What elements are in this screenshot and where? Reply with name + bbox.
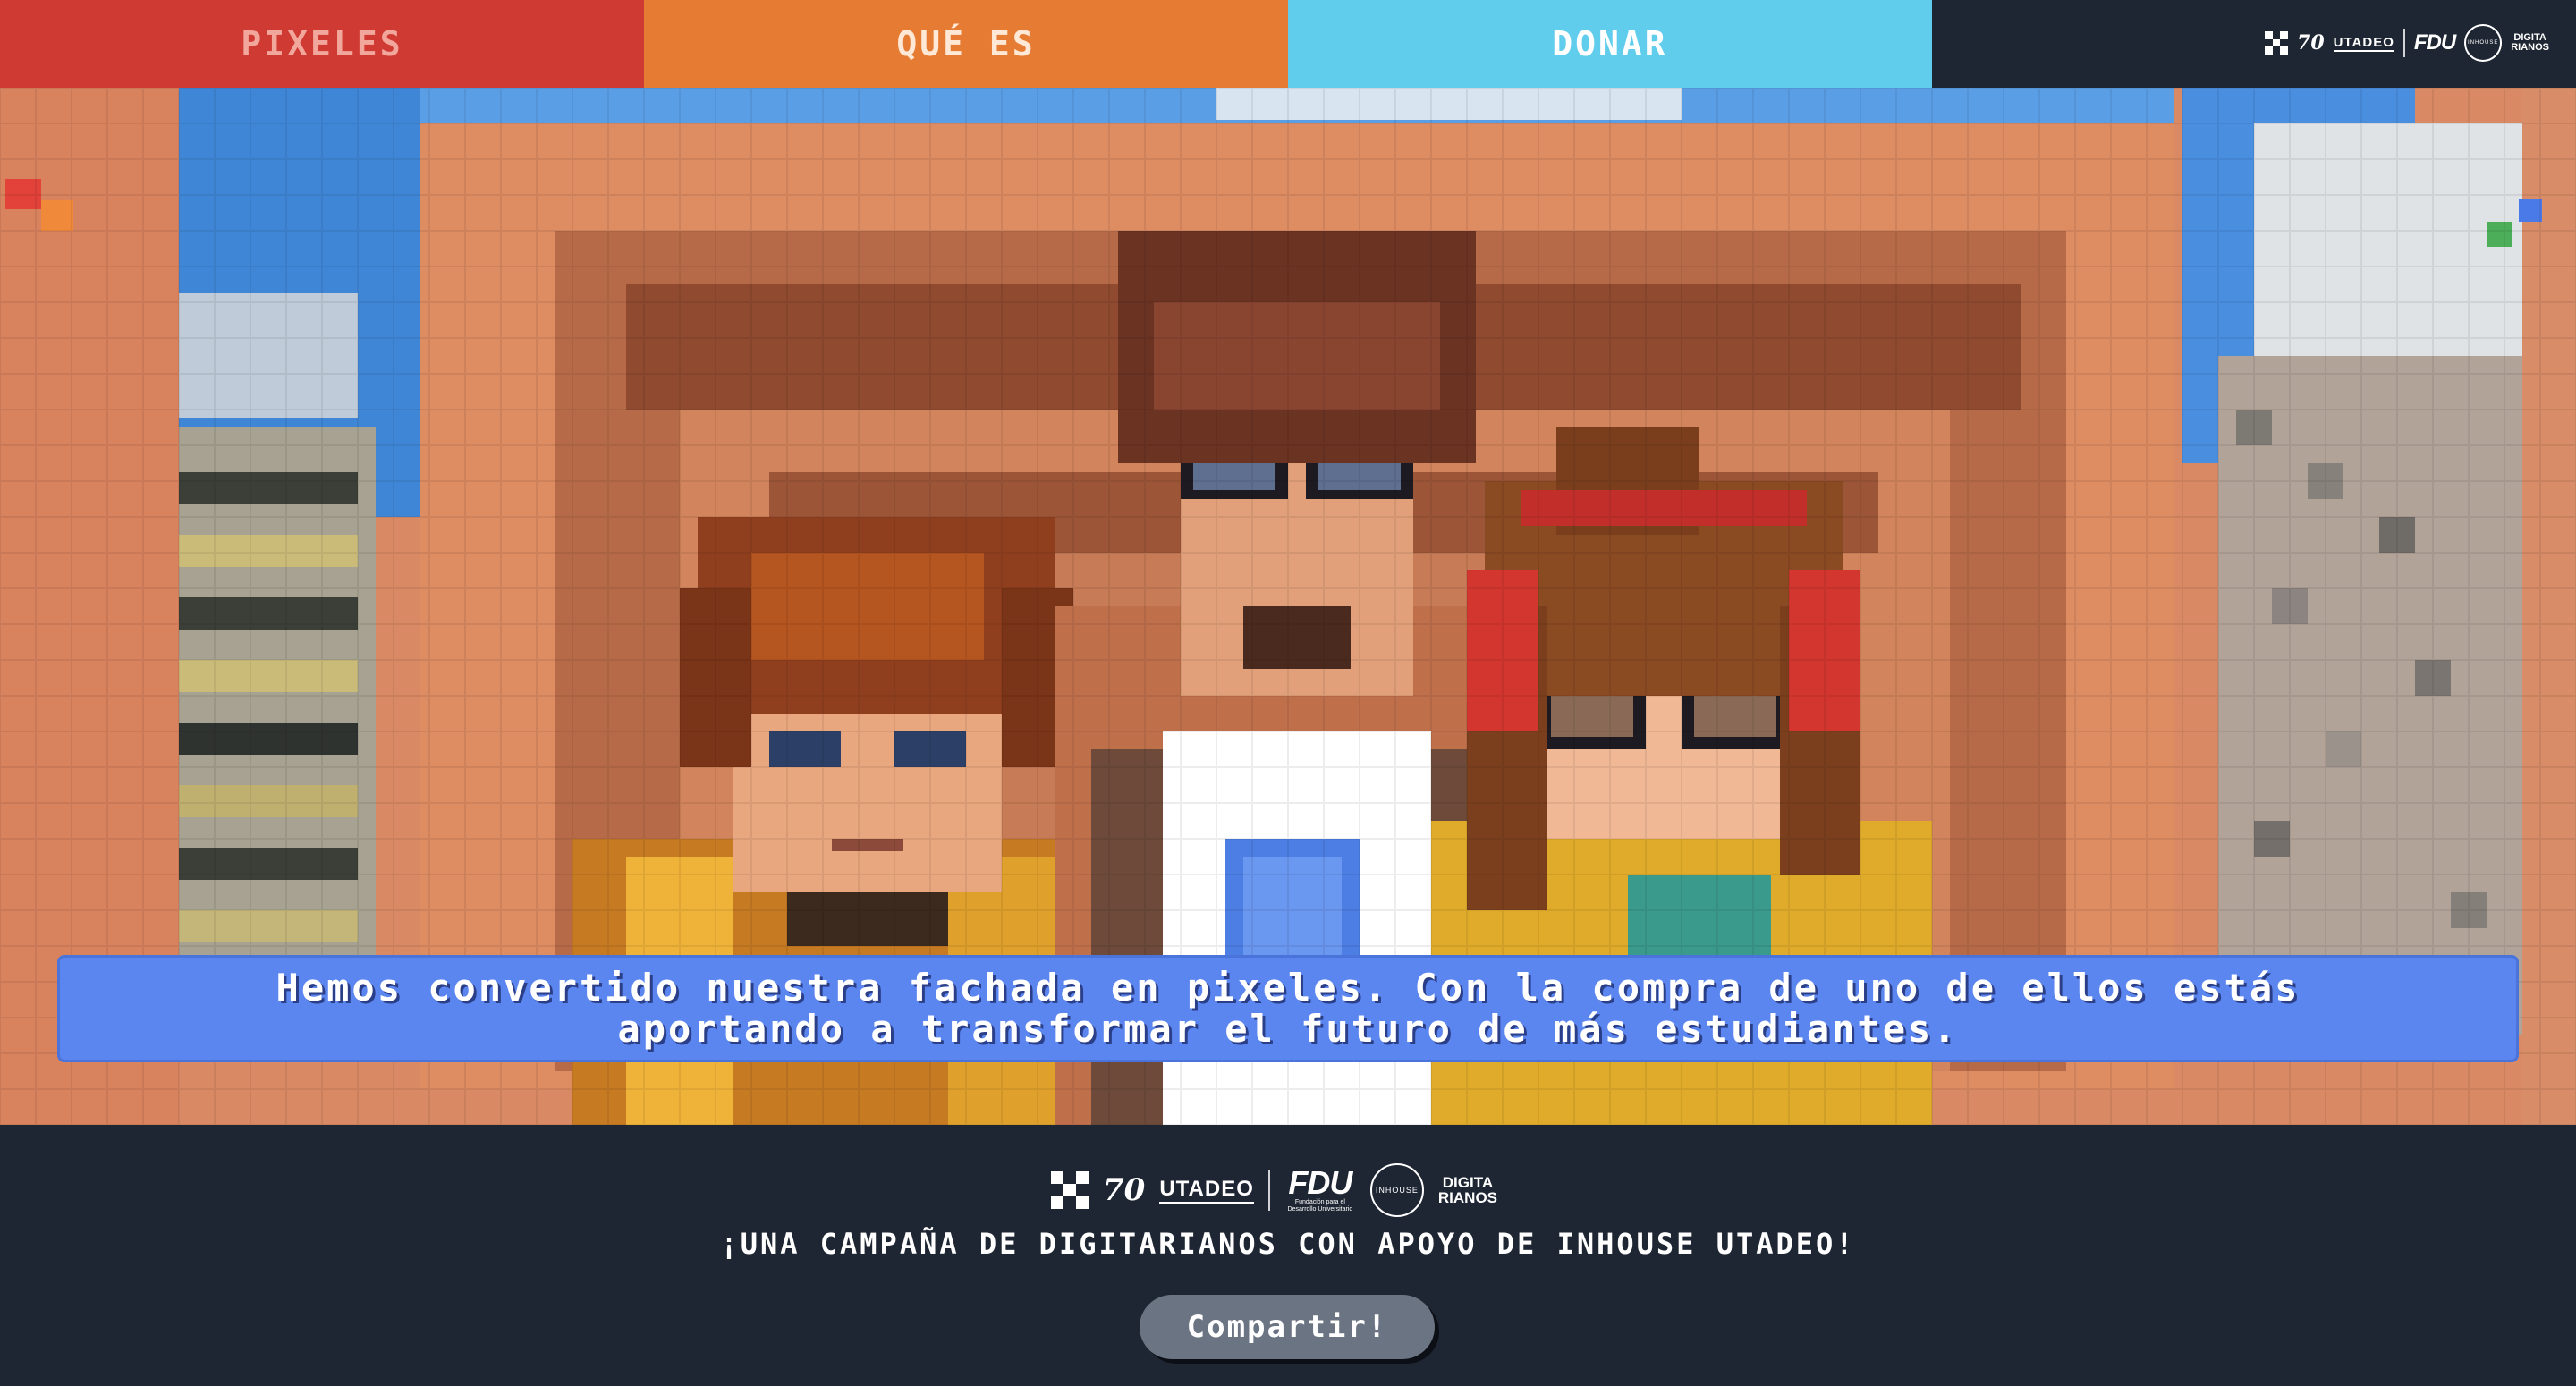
fdu-logo: FDU [1288,1164,1352,1201]
utadeo-logo: UTADEO [1159,1177,1254,1204]
tab-donar[interactable]: DONAR [1288,0,1932,88]
digitarianos-logo: DIGITA RIANOS [2511,33,2549,53]
logo-divider [2402,29,2405,57]
tab-que-es[interactable]: QUÉ ES [644,0,1288,88]
fdu-logo: FDU [2413,30,2456,55]
inhouse-logo: INHOUSE [1369,1163,1424,1217]
logo-divider [1267,1170,1270,1211]
campaign-credit-text: ¡UNA CAMPAÑA DE DIGITARIANOS CON APOYO D… [720,1227,1856,1261]
digitarianos-logo: DIGITA RIANOS [1438,1175,1497,1205]
fdu-logo-block: FDU Fundación para el Desarrollo Univers… [1284,1167,1356,1213]
anniversary-70-logo: 70 [2297,31,2325,55]
top-nav: PIXELES QUÉ ES DONAR 70 UTADEO FDU INHOU… [0,0,2576,88]
digitarianos-logo-line2: RIANOS [1437,1189,1498,1206]
anniversary-70-logo: 70 [1103,1172,1146,1208]
footer-logo-strip: 70 UTADEO FDU Fundación para el Desarrol… [1051,1163,1497,1217]
nav-logo-strip: 70 UTADEO FDU INHOUSE DIGITA RIANOS [2265,24,2549,62]
pixel-grid-logo-icon [1051,1171,1089,1209]
digitarianos-logo-line2: RIANOS [2511,42,2549,53]
fdu-caption: Fundación para el Desarrollo Universitar… [1287,1199,1353,1213]
inhouse-logo: INHOUSE [2464,24,2503,62]
tab-pixeles[interactable]: PIXELES [0,0,644,88]
page: PIXELES QUÉ ES DONAR 70 UTADEO FDU INHOU… [0,0,2576,1386]
utadeo-logo: UTADEO [2333,34,2394,52]
share-button[interactable]: Compartir! [1140,1295,1435,1359]
banner-text-line2: aportando a transformar el futuro de más… [617,1007,1959,1051]
banner-text-line1: Hemos convertido nuestra fachada en pixe… [275,966,2301,1010]
pixel-grid-logo-icon [2265,31,2289,55]
intro-banner: Hemos convertido nuestra fachada en pixe… [57,955,2519,1062]
